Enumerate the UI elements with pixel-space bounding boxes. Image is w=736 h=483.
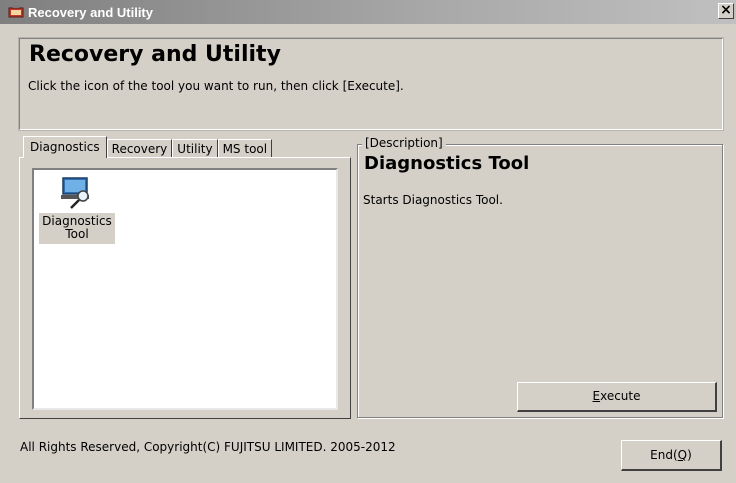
recovery-utility-window: Recovery and Utility × Recovery and Util… — [0, 0, 736, 483]
end-mnemonic: Q — [677, 448, 688, 462]
tab-panel: Diagnostics Tool — [19, 157, 351, 419]
end-label-prefix: End( — [650, 448, 678, 462]
tool-item-diagnostics[interactable]: Diagnostics Tool — [39, 175, 115, 244]
end-label-suffix: ) — [687, 448, 692, 462]
execute-mnemonic: E — [592, 389, 601, 403]
window-title: Recovery and Utility — [28, 4, 153, 20]
description-title: Diagnostics Tool — [364, 153, 530, 174]
header-panel: Recovery and Utility Click the icon of t… — [18, 37, 724, 131]
title-bar[interactable]: Recovery and Utility × — [0, 0, 736, 24]
close-icon[interactable]: × — [718, 3, 734, 19]
tool-list: Diagnostics Tool — [32, 168, 338, 410]
description-legend: [Description] — [362, 136, 446, 150]
description-text: Starts Diagnostics Tool. — [363, 193, 503, 207]
copyright-text: All Rights Reserved, Copyright(C) FUJITS… — [20, 440, 396, 454]
app-icon — [8, 5, 24, 19]
tab-diagnostics[interactable]: Diagnostics — [23, 136, 107, 158]
monitor-magnifier-icon — [57, 175, 97, 211]
page-subtitle: Click the icon of the tool you want to r… — [28, 79, 404, 93]
tab-ms-tool[interactable]: MS tool — [217, 139, 273, 158]
execute-button[interactable]: Execute — [517, 382, 717, 412]
end-button[interactable]: End(Q) — [621, 440, 722, 471]
page-title: Recovery and Utility — [29, 42, 281, 67]
execute-label: xecute — [600, 389, 641, 403]
tab-utility[interactable]: Utility — [172, 139, 218, 158]
tool-label-line2: Tool — [65, 227, 89, 241]
description-group: Diagnostics Tool Starts Diagnostics Tool… — [357, 144, 723, 418]
tab-strip: Diagnostics Recovery Utility MS tool — [23, 136, 273, 158]
tool-label: Diagnostics Tool — [39, 213, 115, 244]
tab-recovery[interactable]: Recovery — [106, 139, 173, 158]
